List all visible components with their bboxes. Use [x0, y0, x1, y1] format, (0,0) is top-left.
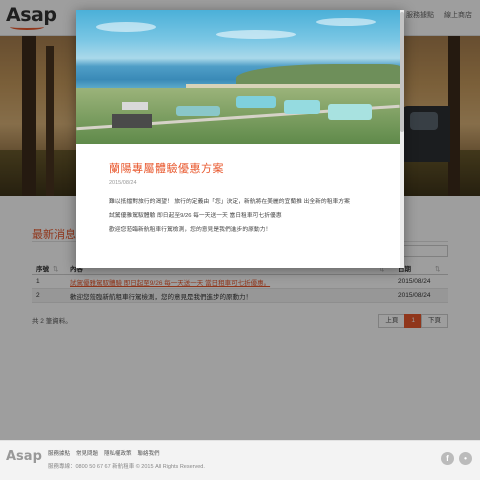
modal-date: 2015/08/24 — [109, 180, 137, 186]
footer-link-faq[interactable]: 常見問題 — [76, 449, 98, 457]
photo-building — [122, 102, 148, 110]
modal-paragraph: 難以抵擋對旅行的渴望！ 旅行的定義由「您」決定，新航將在美麗的宜蘭推 出全新的租… — [109, 199, 350, 205]
photo-cloud — [96, 22, 156, 32]
photo-building — [112, 114, 152, 128]
modal-scrollbar-thumb[interactable] — [400, 12, 404, 132]
footer-logo[interactable]: Asap — [6, 449, 42, 464]
modal-photo — [76, 10, 400, 144]
photo-pond — [236, 96, 276, 108]
photo-cloud — [316, 18, 376, 26]
line-icon[interactable]: • — [459, 452, 472, 465]
promo-modal: 蘭陽專屬體驗優惠方案 2015/08/24 難以抵擋對旅行的渴望！ 旅行的定義由… — [76, 10, 404, 268]
modal-paragraph: 歡迎您蒞臨新航租車行駕檢測，您的意見是我們進步的原動力！ — [109, 227, 272, 233]
site-footer: Asap 服務據點 常見問題 隱私權政策 聯絡我們 服務專線：0800 50 6… — [0, 440, 480, 480]
footer-link-contact[interactable]: 聯絡我們 — [138, 449, 160, 457]
modal-scrollbar[interactable] — [400, 10, 404, 268]
modal-paragraph: 試駕優雅駕馭體驗 即日起至9/26 每一天送一天 當日租車可七折優惠 — [109, 213, 282, 219]
photo-pond — [176, 106, 220, 116]
footer-link-locations[interactable]: 服務據點 — [48, 449, 70, 457]
photo-cloud — [216, 30, 296, 39]
footer-links: 服務據點 常見問題 隱私權政策 聯絡我們 — [48, 449, 160, 457]
photo-pond — [328, 104, 372, 120]
photo-pond — [284, 100, 320, 114]
footer-link-privacy[interactable]: 隱私權政策 — [104, 449, 132, 457]
social-icons: f • — [441, 452, 472, 465]
modal-title: 蘭陽專屬體驗優惠方案 — [109, 163, 224, 175]
facebook-icon[interactable]: f — [441, 452, 454, 465]
footer-copyright: 服務專線：0800 50 67 67 新航租車 © 2015 All Right… — [48, 464, 205, 470]
